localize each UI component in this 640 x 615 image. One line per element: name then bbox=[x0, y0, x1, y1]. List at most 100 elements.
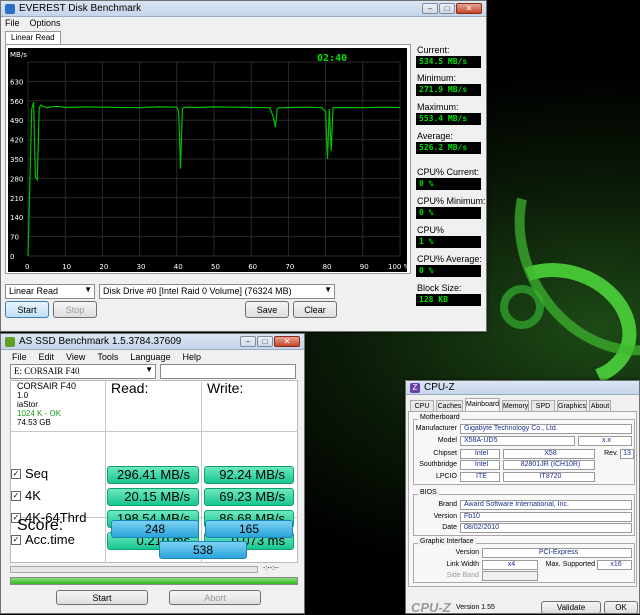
alignment-status: 1024 K - OK bbox=[17, 409, 62, 418]
everest-titlebar[interactable]: EVEREST Disk Benchmark – □ ✕ bbox=[1, 1, 486, 17]
x-tick-label: 70 bbox=[285, 263, 294, 271]
y-tick-label: 630 bbox=[10, 78, 23, 86]
ssd-drive-select[interactable]: E: CORSAIR F40 ▼ bbox=[10, 364, 156, 379]
as-ssd-app-icon bbox=[5, 336, 15, 347]
y-tick-label: 280 bbox=[10, 175, 23, 183]
brand-value: Award Software International, Inc. bbox=[460, 500, 632, 510]
model-label: Model bbox=[437, 437, 457, 444]
drive-select[interactable]: Disk Drive #0 [Intel Raid 0 Volume] (763… bbox=[99, 284, 335, 299]
everest-menubar: File Options bbox=[1, 17, 486, 29]
checkbox-checked-icon[interactable]: ✓ bbox=[11, 534, 21, 545]
tab-mainboard[interactable]: Mainboard bbox=[465, 398, 500, 412]
minimize-button[interactable]: – bbox=[422, 3, 438, 14]
lpcio-vendor: ITE bbox=[460, 472, 500, 482]
side-band-value bbox=[482, 571, 538, 581]
drive-firmware: 1.0 bbox=[17, 391, 29, 400]
y-tick-label: 350 bbox=[10, 156, 23, 164]
y-tick-label: 560 bbox=[10, 98, 23, 106]
write-result: 69.23 MB/s bbox=[204, 488, 294, 506]
chevron-down-icon: ▼ bbox=[84, 285, 92, 294]
bios-date-value: 08/02/2010 bbox=[460, 523, 632, 533]
ssd-abort-button[interactable]: Abort bbox=[169, 590, 261, 605]
as-ssd-titlebar[interactable]: AS SSD Benchmark 1.5.3784.37609 – □ ✕ bbox=[1, 334, 304, 350]
x-tick-label: 10 bbox=[62, 263, 71, 271]
lpcio-value: IT8720 bbox=[503, 472, 595, 482]
bios-version-label: Version bbox=[433, 513, 457, 520]
menu-file[interactable]: File bbox=[12, 352, 27, 362]
x-tick-label: 80 bbox=[323, 263, 332, 271]
stat-value: 0 % bbox=[416, 207, 481, 219]
menu-help[interactable]: Help bbox=[182, 352, 201, 362]
drive-info: CORSAIR F40 1.0 iaStor 1024 K - OK 74.53… bbox=[17, 381, 77, 428]
as-ssd-title: AS SSD Benchmark 1.5.3784.37609 bbox=[19, 336, 182, 347]
stop-button[interactable]: Stop bbox=[53, 301, 97, 318]
southbridge-label: Southbridge bbox=[419, 461, 457, 468]
chevron-down-icon: ▼ bbox=[145, 365, 153, 374]
x-tick-label: 20 bbox=[99, 263, 108, 271]
x-tick-label: 50 bbox=[211, 263, 220, 271]
read-header: Read: bbox=[111, 380, 149, 396]
minimize-button[interactable]: – bbox=[240, 336, 256, 347]
x-tick-label: 40 bbox=[174, 263, 183, 271]
tab-linear-read[interactable]: Linear Read bbox=[5, 31, 61, 44]
checkbox-checked-icon[interactable]: ✓ bbox=[11, 490, 21, 501]
write-header: Write: bbox=[207, 380, 244, 396]
y-tick-label: 420 bbox=[10, 137, 23, 145]
divider bbox=[105, 380, 106, 563]
gi-version-label: Version bbox=[455, 549, 479, 556]
southbridge-vendor: Intel bbox=[460, 460, 500, 470]
close-button[interactable]: ✕ bbox=[274, 336, 300, 347]
as-ssd-window: AS SSD Benchmark 1.5.3784.37609 – □ ✕ Fi… bbox=[0, 333, 305, 614]
menu-file[interactable]: File bbox=[5, 18, 20, 28]
test-row-label[interactable]: ✓ 4K bbox=[11, 488, 41, 503]
start-button[interactable]: Start bbox=[5, 301, 49, 318]
menu-language[interactable]: Language bbox=[130, 352, 170, 362]
graphic-interface-title: Graphic Interface bbox=[418, 538, 476, 545]
y-unit-label: MB/s bbox=[10, 51, 27, 59]
stat-label: CPU% Minimum: bbox=[417, 196, 486, 206]
chevron-down-icon: ▼ bbox=[324, 285, 332, 294]
progress-time: -:--:-- bbox=[263, 565, 279, 572]
stat-value: 0 % bbox=[416, 178, 481, 190]
bios-version-value: Fb10 bbox=[460, 512, 632, 522]
divider bbox=[10, 431, 298, 432]
menu-options[interactable]: Options bbox=[30, 18, 61, 28]
bios-date-label: Date bbox=[442, 524, 457, 531]
maximize-button[interactable]: □ bbox=[439, 3, 455, 14]
test-type-select[interactable]: Linear Read ▼ bbox=[5, 284, 95, 299]
y-tick-label: 0 bbox=[10, 253, 14, 261]
rev-label: Rev. bbox=[604, 450, 618, 457]
menu-view[interactable]: View bbox=[66, 352, 85, 362]
ssd-start-button[interactable]: Start bbox=[56, 590, 148, 605]
progress-track-top bbox=[10, 566, 258, 573]
y-tick-label: 140 bbox=[10, 214, 23, 222]
drive-driver: iaStor bbox=[17, 400, 38, 409]
stat-label: Block Size: bbox=[417, 283, 462, 293]
menu-edit[interactable]: Edit bbox=[39, 352, 55, 362]
brand-label: Brand bbox=[438, 501, 457, 508]
read-result: 20.15 MB/s bbox=[107, 488, 199, 506]
max-supported-label: Max. Supported bbox=[545, 561, 595, 568]
clear-button[interactable]: Clear bbox=[293, 301, 337, 318]
menu-tools[interactable]: Tools bbox=[97, 352, 118, 362]
checkbox-checked-icon[interactable]: ✓ bbox=[11, 468, 21, 479]
score-read: 248 bbox=[111, 520, 199, 538]
score-total: 538 bbox=[159, 541, 247, 559]
test-row-label[interactable]: ✓ Seq bbox=[11, 466, 48, 481]
save-button[interactable]: Save bbox=[245, 301, 289, 318]
progress-fill bbox=[11, 578, 297, 584]
cpuz-titlebar[interactable]: Z CPU-Z bbox=[406, 381, 639, 395]
chipset-label: Chipset bbox=[433, 450, 457, 457]
validate-button[interactable]: Validate bbox=[541, 601, 601, 614]
maximize-button[interactable]: □ bbox=[257, 336, 273, 347]
stat-label: Average: bbox=[417, 131, 453, 141]
ok-button[interactable]: OK bbox=[604, 601, 638, 614]
ssd-extra-field[interactable] bbox=[160, 364, 296, 379]
model-revision: x.x bbox=[578, 436, 632, 446]
drive-model: CORSAIR F40 bbox=[17, 381, 77, 391]
stat-label: CPU% Current: bbox=[417, 167, 480, 177]
stat-label: Maximum: bbox=[417, 102, 459, 112]
disk-read-chart: MB/s 630 560 490 420 350 280 210 140 70 0 0 10 20 30 40… bbox=[8, 48, 407, 272]
close-button[interactable]: ✕ bbox=[456, 3, 482, 14]
test-name: Seq bbox=[25, 466, 49, 481]
